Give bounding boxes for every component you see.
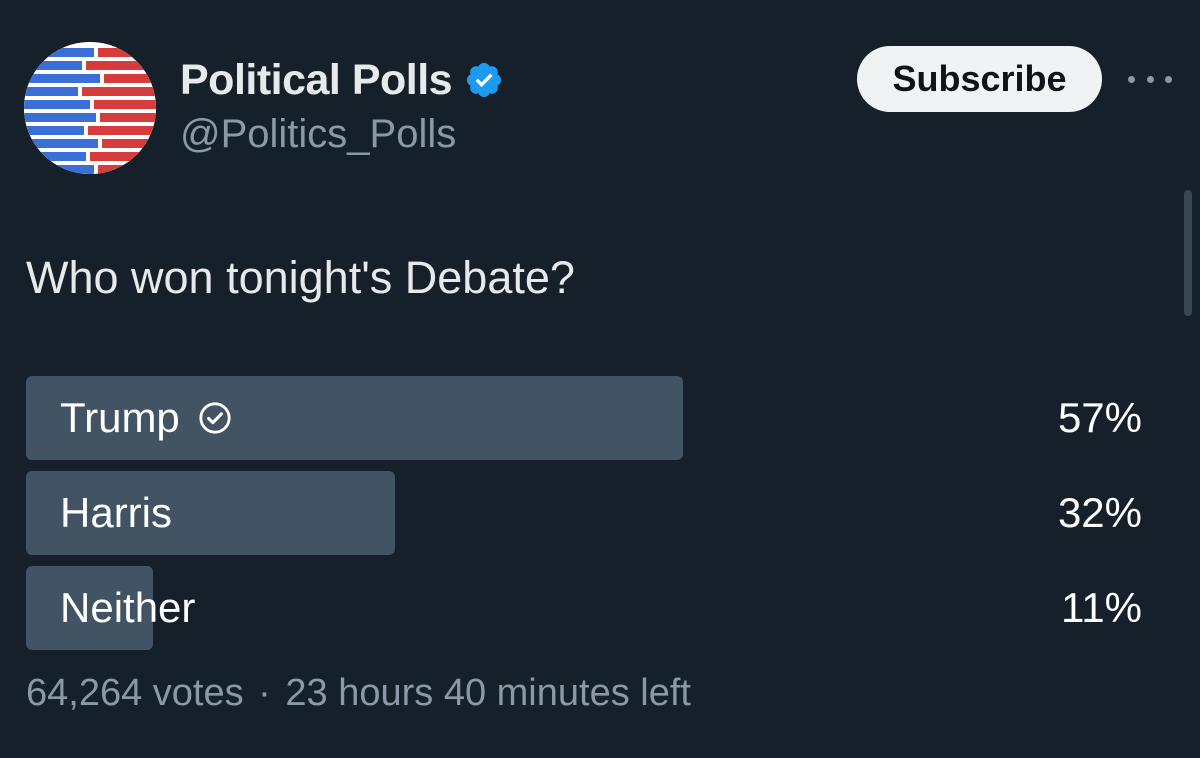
account-name-row[interactable]: Political Polls [180,54,504,106]
avatar[interactable] [24,42,156,174]
poll-vote-count: 64,264 votes [26,672,244,714]
poll-footer: 64,264 votes · 23 hours 40 minutes left [26,672,691,715]
poll-option-percent: 32% [1057,489,1142,536]
display-name[interactable]: Political Polls [180,56,453,105]
more-dot [1128,75,1135,83]
poll-option-percent: 11% [1061,584,1142,631]
poll-option-harris: Harris 32% [26,471,1142,555]
poll-option-trump: Trump 57% [26,376,1142,460]
poll-option-label: Neither [60,584,196,631]
poll-option-label: Harris [60,489,172,536]
verified-badge-icon [467,62,502,98]
tweet-text: Who won tonight's Debate? [26,252,575,303]
more-dot [1165,75,1172,83]
more-options-icon[interactable] [1128,66,1172,92]
tweet-card: Political Polls @Politics_Polls Subscrib… [0,0,1200,758]
winner-check-icon [199,402,231,434]
account-handle[interactable]: @Politics_Polls [180,112,456,157]
poll-option-label-row: Trump [60,376,232,460]
poll-option-neither: Neither 11% [26,566,1142,650]
poll-option-label-row: Harris [60,471,172,555]
poll-footer-separator: · [258,672,271,714]
avatar-logo-icon [24,42,156,174]
subscribe-button[interactable]: Subscribe [857,46,1102,112]
poll-time-left: 23 hours 40 minutes left [285,672,691,714]
poll-option-percent: 57% [1057,394,1142,441]
scrollbar[interactable] [1184,190,1192,316]
more-dot [1146,75,1154,83]
poll-option-label-row: Neither [60,566,195,650]
poll-option-label: Trump [60,394,180,441]
